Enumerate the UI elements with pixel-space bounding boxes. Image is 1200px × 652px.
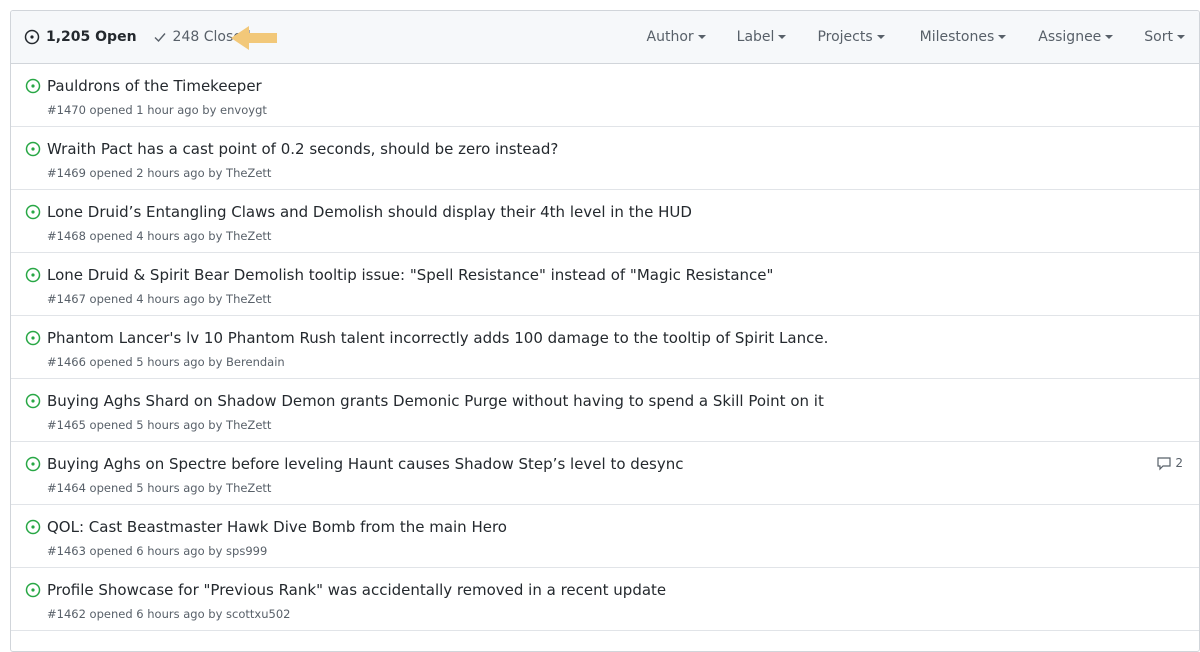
issue-meta: #1462 opened 6 hours ago by scottxu502 (47, 607, 291, 621)
issue-list: Pauldrons of the Timekeeper #1470 opened … (11, 64, 1199, 631)
issue-title-link[interactable]: Pauldrons of the Timekeeper (47, 77, 262, 95)
issue-meta: #1465 opened 5 hours ago by TheZett (47, 418, 272, 432)
issue-row[interactable]: Wraith Pact has a cast point of 0.2 seco… (11, 127, 1199, 190)
caret-down-icon (1105, 35, 1114, 39)
issue-row[interactable]: Buying Aghs Shard on Shadow Demon grants… (11, 379, 1199, 442)
issue-opened-icon (25, 582, 41, 602)
issue-row[interactable]: Phantom Lancer's lv 10 Phantom Rush tale… (11, 316, 1199, 379)
issue-meta: #1469 opened 2 hours ago by TheZett (47, 166, 272, 180)
issue-meta: #1467 opened 4 hours ago by TheZett (47, 292, 272, 306)
caret-down-icon (778, 35, 787, 39)
caret-down-icon (998, 35, 1007, 39)
issue-opened-icon (24, 29, 40, 45)
issue-row[interactable]: Lone Druid’s Entangling Claws and Demoli… (11, 190, 1199, 253)
issue-row[interactable]: Profile Showcase for "Previous Rank" was… (11, 568, 1199, 631)
issue-meta: #1468 opened 4 hours ago by TheZett (47, 229, 272, 243)
caret-down-icon (1177, 35, 1185, 39)
issue-row[interactable]: Pauldrons of the Timekeeper #1470 opened … (11, 64, 1199, 127)
issue-title-link[interactable]: Buying Aghs Shard on Shadow Demon grants… (47, 392, 824, 410)
issue-opened-icon (25, 456, 41, 476)
issue-title-link[interactable]: Lone Druid & Spirit Bear Demolish toolti… (47, 266, 773, 284)
issue-meta: #1463 opened 6 hours ago by sps999 (47, 544, 268, 558)
label-filter[interactable]: Label (737, 29, 787, 45)
projects-filter[interactable]: Projects (817, 29, 885, 45)
issue-title-link[interactable]: Profile Showcase for "Previous Rank" was… (47, 581, 666, 599)
issues-list-box: 1,205 Open 248 Closed Author Label Proje… (10, 10, 1200, 652)
issue-title-link[interactable]: QOL: Cast Beastmaster Hawk Dive Bomb fro… (47, 518, 507, 536)
issue-opened-icon (25, 330, 41, 350)
issue-row[interactable]: Lone Druid & Spirit Bear Demolish toolti… (11, 253, 1199, 316)
issue-meta: #1466 opened 5 hours ago by Berendain (47, 355, 285, 369)
author-filter[interactable]: Author (647, 29, 706, 45)
issue-title-link[interactable]: Lone Druid’s Entangling Claws and Demoli… (47, 203, 692, 221)
filters-bar: Author Label Projects Milestones Assigne… (647, 11, 1199, 63)
issue-opened-icon (25, 519, 41, 539)
comments-link[interactable]: 2 (1156, 455, 1183, 471)
left-arrow-annotation-icon (229, 24, 279, 56)
issue-opened-icon (25, 78, 41, 98)
assignee-filter[interactable]: Assignee (1038, 29, 1114, 45)
issue-row[interactable]: QOL: Cast Beastmaster Hawk Dive Bomb fro… (11, 505, 1199, 568)
issues-list-header: 1,205 Open 248 Closed Author Label Proje… (11, 11, 1199, 64)
open-issues-tab[interactable]: 1,205 Open (24, 29, 137, 45)
caret-down-icon (876, 35, 885, 39)
check-icon (153, 30, 167, 44)
issue-opened-icon (25, 204, 41, 224)
issue-title-link[interactable]: Wraith Pact has a cast point of 0.2 seco… (47, 140, 558, 158)
sort-filter[interactable]: Sort (1144, 29, 1185, 45)
milestones-filter[interactable]: Milestones (920, 29, 1007, 45)
comment-icon (1157, 457, 1171, 471)
issue-title-link[interactable]: Phantom Lancer's lv 10 Phantom Rush tale… (47, 329, 828, 347)
issue-meta: #1464 opened 5 hours ago by TheZett (47, 481, 272, 495)
caret-down-icon (697, 35, 706, 39)
issue-meta: #1470 opened 1 hour ago by envoygt (47, 103, 267, 117)
issue-title-link[interactable]: Buying Aghs on Spectre before leveling H… (47, 455, 684, 473)
issue-row[interactable]: Buying Aghs on Spectre before leveling H… (11, 442, 1199, 505)
comment-count: 2 (1175, 456, 1183, 470)
issue-opened-icon (25, 141, 41, 161)
issue-opened-icon (25, 393, 41, 413)
issue-opened-icon (25, 267, 41, 287)
open-count-label: 1,205 Open (46, 29, 137, 45)
